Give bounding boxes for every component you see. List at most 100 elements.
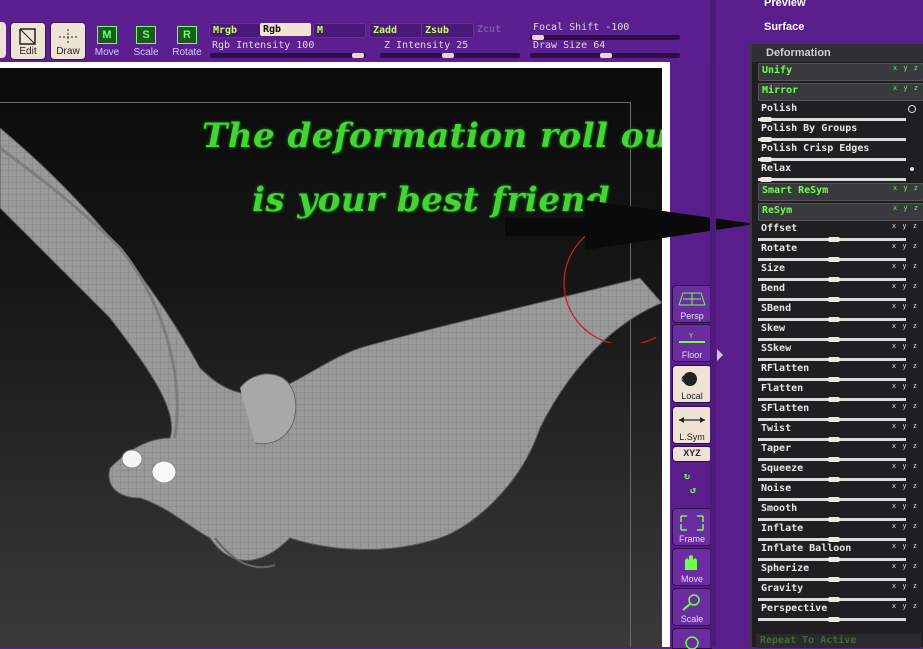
move-button[interactable]: M Move — [88, 24, 126, 58]
repeat-to-active-button[interactable]: Repeat To Active — [756, 634, 921, 648]
slider-squeeze[interactable]: Squeeze x y z — [758, 462, 922, 482]
edit-button[interactable]: Edit — [10, 22, 46, 60]
slider-twist[interactable]: Twist x y z — [758, 422, 922, 442]
xyz-toggle[interactable]: x y z — [892, 342, 918, 350]
slider-skew[interactable]: Skew x y z — [758, 322, 922, 342]
local-button[interactable]: Local — [672, 365, 712, 403]
slider-knob[interactable] — [760, 177, 772, 182]
slider-knob[interactable] — [828, 617, 840, 622]
slider-bend[interactable]: Bend x y z — [758, 282, 922, 302]
draw-size-knob[interactable] — [600, 53, 612, 58]
slider-track[interactable] — [758, 138, 906, 141]
slider-track[interactable] — [758, 178, 906, 181]
floor-button[interactable]: Y Floor — [672, 324, 712, 362]
edit-label: Edit — [19, 46, 37, 57]
dot-toggle-icon[interactable] — [910, 167, 914, 171]
preview-menu-item[interactable]: Preview — [764, 0, 806, 9]
xyz-toggle[interactable]: x y z — [892, 382, 918, 390]
xyz-toggle[interactable]: x y z — [892, 442, 918, 450]
slider-offset[interactable]: Offset x y z — [758, 222, 922, 242]
mrgb-button[interactable]: Mrgb — [209, 23, 262, 38]
mirror-button[interactable]: Mirror x y z — [758, 83, 923, 101]
circle-toggle-icon[interactable] — [908, 105, 916, 113]
xyz-toggle[interactable]: x y z — [892, 482, 918, 490]
slider-taper[interactable]: Taper x y z — [758, 442, 922, 462]
xyz-toggle[interactable]: x y z — [892, 462, 918, 470]
slider-perspective[interactable]: Perspective x y z — [758, 602, 922, 622]
unify-button[interactable]: Unify x y z — [758, 63, 923, 81]
resym-button[interactable]: ReSym x y z — [758, 203, 923, 221]
slider-polish-by-groups[interactable]: Polish By Groups — [758, 122, 922, 142]
xyz-toggle[interactable]: x y z — [892, 562, 918, 570]
draw-button[interactable]: Draw — [50, 22, 86, 60]
xyz-toggle[interactable]: x y z — [892, 502, 918, 510]
xyz-toggle[interactable]: x y z — [892, 402, 918, 410]
m-button[interactable]: M — [313, 23, 366, 38]
slider-sbend[interactable]: SBend x y z — [758, 302, 922, 322]
xyz-toggle[interactable]: x y z — [892, 322, 918, 330]
xyz-toggle[interactable]: x y z — [892, 302, 918, 310]
z-intensity-slider[interactable] — [380, 53, 520, 58]
xyz-toggle[interactable]: x y z — [892, 362, 918, 370]
scale-button[interactable]: S Scale — [127, 24, 165, 58]
deformation-panel-title[interactable]: Deformation — [752, 44, 923, 62]
xyz-toggle[interactable]: x y z — [892, 582, 918, 590]
xyz-toggle[interactable]: x y z — [893, 184, 919, 192]
zadd-button[interactable]: Zadd — [369, 23, 422, 38]
slider-smooth[interactable]: Smooth x y z — [758, 502, 922, 522]
xyz-toggle[interactable]: x y z — [892, 282, 918, 290]
slider-rflatten[interactable]: RFlatten x y z — [758, 362, 922, 382]
slider-label: Polish — [761, 103, 798, 114]
scale-view-button[interactable]: Scale — [672, 588, 712, 626]
rgb-intensity-knob[interactable] — [352, 53, 364, 58]
toolbar-edge-button[interactable] — [0, 22, 6, 58]
3d-canvas[interactable]: The deformation roll out is your best fr… — [0, 68, 662, 647]
rgb-button[interactable]: Rgb — [260, 23, 311, 36]
xyz-toggle[interactable]: x y z — [892, 422, 918, 430]
slider-flatten[interactable]: Flatten x y z — [758, 382, 922, 402]
zsub-button[interactable]: Zsub — [421, 23, 474, 38]
slider-gravity[interactable]: Gravity x y z — [758, 582, 922, 602]
draw-size-slider[interactable] — [530, 53, 680, 58]
slider-track[interactable] — [758, 118, 906, 121]
slider-track[interactable] — [758, 158, 906, 161]
smart-resym-button[interactable]: Smart ReSym x y z — [758, 183, 923, 201]
xyz-toggle[interactable]: x y z — [893, 84, 919, 92]
xyz-toggle[interactable]: x y z — [892, 522, 918, 530]
annotation-line-1: The deformation roll out — [202, 116, 662, 156]
xyz-toggle[interactable]: x y z — [893, 204, 919, 212]
slider-relax[interactable]: Relax — [758, 162, 922, 182]
xyz-toggle[interactable]: x y z — [892, 262, 918, 270]
xyz-toggle[interactable]: x y z — [893, 64, 919, 72]
slider-polish[interactable]: Polish — [758, 102, 922, 122]
frame-button[interactable]: Frame — [672, 508, 712, 546]
panel-collapse-arrow[interactable] — [716, 345, 724, 365]
zcut-button[interactable]: Zcut — [474, 23, 517, 36]
lsym-button[interactable]: L.Sym — [672, 406, 712, 444]
xyz-toggle[interactable]: x y z — [892, 242, 918, 250]
xyz-toggle[interactable]: x y z — [892, 222, 918, 230]
persp-button[interactable]: Persp — [672, 285, 712, 323]
slider-inflate[interactable]: Inflate x y z — [758, 522, 922, 542]
slider-sskew[interactable]: SSkew x y z — [758, 342, 922, 362]
surface-menu-item[interactable]: Surface — [764, 21, 804, 33]
slider-label: Offset — [761, 223, 798, 234]
xyz-toggle[interactable]: x y z — [892, 542, 918, 550]
xyz-toggle[interactable]: x y z — [892, 602, 918, 610]
slider-noise[interactable]: Noise x y z — [758, 482, 922, 502]
slider-spherize[interactable]: Spherize x y z — [758, 562, 922, 582]
z-intensity-knob[interactable] — [442, 53, 454, 58]
rotate-button[interactable]: R Rotate — [168, 24, 206, 58]
move-view-button[interactable]: Move — [672, 548, 712, 586]
local-label: Local — [681, 391, 703, 401]
slider-sflatten[interactable]: SFlatten x y z — [758, 402, 922, 422]
slider-label: Size — [761, 263, 786, 274]
xyz-button[interactable]: XYZ — [672, 446, 712, 462]
slider-rotate[interactable]: Rotate x y z — [758, 242, 922, 262]
rotate-view-button[interactable] — [672, 628, 712, 649]
slider-size[interactable]: Size x y z — [758, 262, 922, 282]
rgb-intensity-slider[interactable] — [210, 53, 366, 58]
axis-rotate-icons[interactable]: ↻ ↺ — [684, 470, 700, 500]
slider-polish-crisp-edges[interactable]: Polish Crisp Edges — [758, 142, 922, 162]
slider-inflate-balloon[interactable]: Inflate Balloon x y z — [758, 542, 922, 562]
